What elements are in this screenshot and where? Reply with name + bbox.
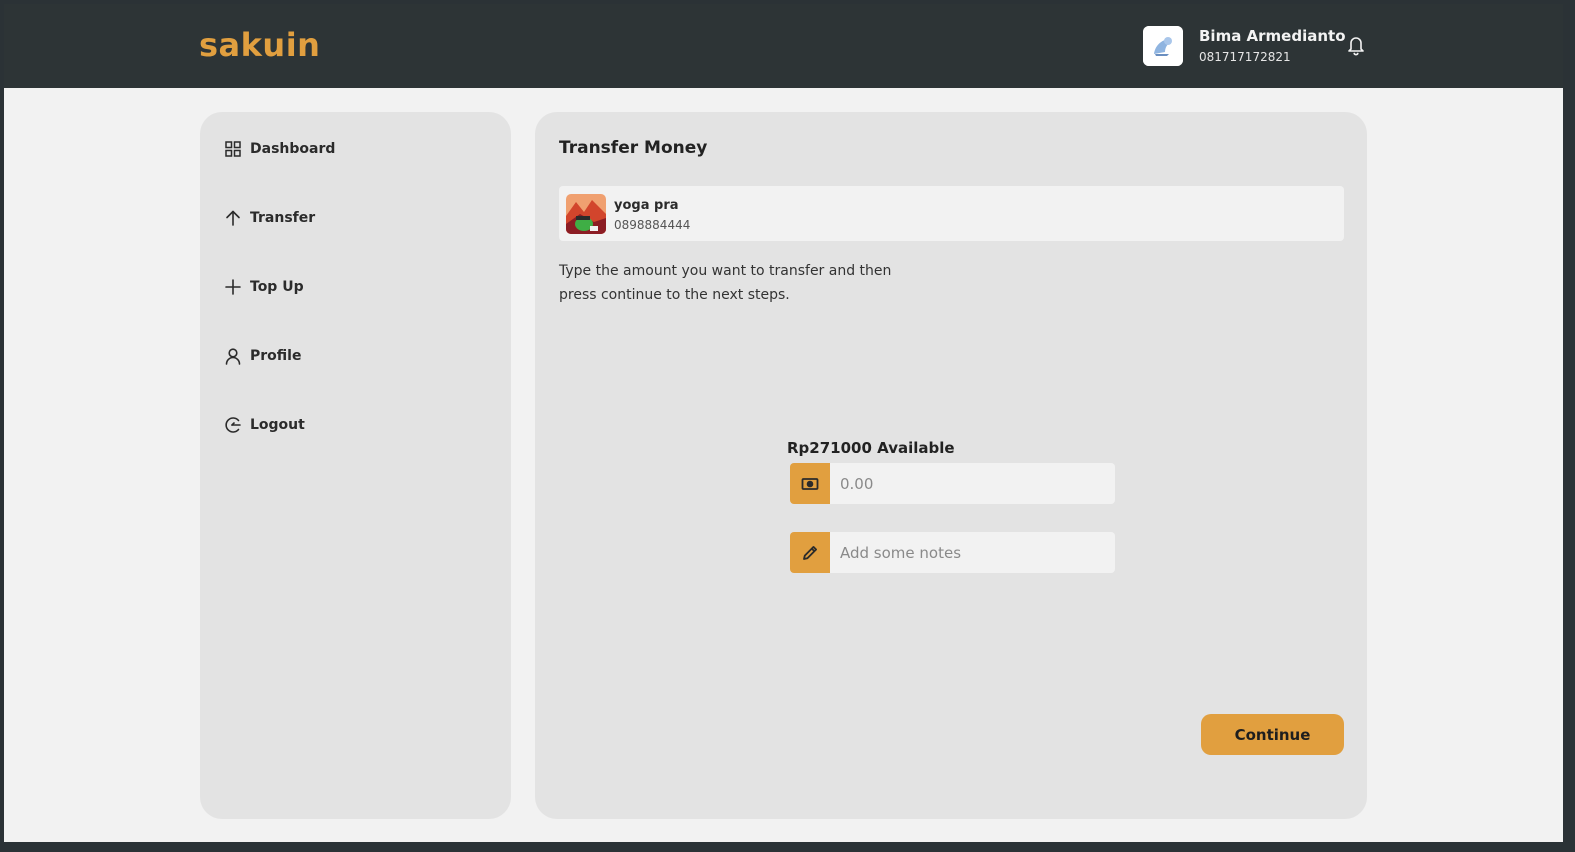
sidebar-item-label: Dashboard (250, 141, 336, 157)
grid-icon (225, 141, 241, 157)
sidebar-item-label: Logout (250, 417, 305, 433)
brand-logo[interactable]: sakuin (199, 26, 320, 64)
sidebar-item-label: Profile (250, 348, 302, 364)
sidebar-item-label: Top Up (250, 279, 304, 295)
sidebar: Dashboard Transfer Top Up Profile Logout (200, 112, 511, 819)
user-avatar-image (1143, 26, 1183, 66)
page-title: Transfer Money (559, 138, 708, 158)
sidebar-item-logout[interactable]: Logout (224, 413, 484, 437)
logout-icon (225, 417, 241, 433)
app-frame: sakuin Bima Armedianto 081717172821 Dash… (4, 4, 1563, 842)
notes-field (790, 532, 1115, 573)
bell-icon[interactable] (1346, 34, 1366, 56)
user-avatar[interactable] (1143, 26, 1183, 66)
sidebar-item-dashboard[interactable]: Dashboard (224, 137, 484, 161)
recipient-avatar (566, 194, 606, 234)
recipient-card: yoga pra 0898884444 (559, 186, 1344, 241)
user-icon (225, 348, 241, 365)
arrow-up-icon (226, 210, 240, 226)
sidebar-item-label: Transfer (250, 210, 316, 226)
available-balance: Rp271000 Available (787, 439, 955, 457)
transfer-panel: Transfer Money yoga pra 0898884444 Type … (535, 112, 1367, 819)
sidebar-item-transfer[interactable]: Transfer (224, 206, 484, 230)
recipient-name: yoga pra (614, 198, 679, 213)
plus-icon (225, 279, 241, 295)
instruction-text: Type the amount you want to transfer and… (559, 263, 892, 303)
amount-field (790, 463, 1115, 504)
sidebar-item-profile[interactable]: Profile (224, 344, 484, 368)
recipient-phone: 0898884444 (614, 218, 691, 232)
user-name: Bima Armedianto (1199, 27, 1346, 45)
continue-button[interactable]: Continue (1201, 714, 1344, 755)
sidebar-item-top-up[interactable]: Top Up (224, 275, 484, 299)
recipient-avatar-image (566, 194, 606, 234)
amount-input[interactable] (830, 463, 1115, 504)
user-phone: 081717172821 (1199, 50, 1291, 64)
top-bar: sakuin Bima Armedianto 081717172821 (4, 4, 1563, 88)
pencil-icon (790, 532, 830, 573)
notes-input[interactable] (830, 532, 1115, 573)
money-icon (790, 463, 830, 504)
